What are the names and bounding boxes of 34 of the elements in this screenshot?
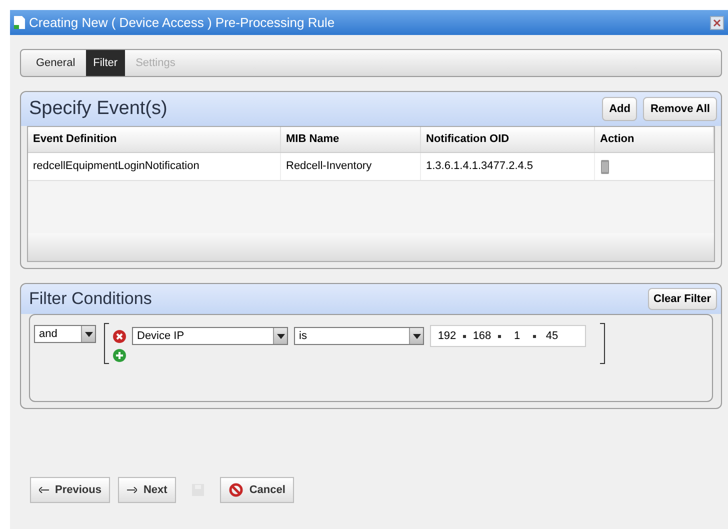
close-button[interactable]	[710, 16, 724, 30]
field-dropdown[interactable]: Device IP	[132, 327, 288, 345]
ip-address-field[interactable]: 192 168 1 45	[430, 325, 586, 347]
panel-button[interactable]: Add	[602, 97, 638, 121]
window-title: Creating New ( Device Access ) Pre-Processing Rule	[29, 14, 335, 32]
document-icon	[14, 16, 25, 29]
remove-icon[interactable]	[113, 330, 126, 342]
column-header: Action	[595, 127, 714, 152]
dot-separator-icon	[533, 334, 536, 338]
column-header: Event Definition	[28, 127, 281, 152]
tab[interactable]: Filter	[86, 50, 125, 76]
column-header: MIB Name	[281, 127, 421, 152]
panel-button[interactable]: Remove All	[643, 97, 717, 121]
table-cell: Redcell-Inventory	[281, 153, 421, 180]
operator-dropdown[interactable]: and	[34, 325, 96, 343]
cancel-icon	[229, 483, 244, 497]
clear-filter-button[interactable]: Clear Filter	[648, 288, 717, 310]
previous-button[interactable]: Previous	[30, 477, 110, 503]
trash-icon[interactable]	[601, 160, 609, 174]
next-button[interactable]: Next	[118, 477, 176, 503]
panel-title: Specify Event(s)	[29, 96, 168, 121]
tab[interactable]: General	[29, 50, 82, 76]
panel-title: Filter Conditions	[29, 288, 153, 310]
table-cell: 1.3.6.1.4.1.3477.2.4.5	[421, 153, 595, 180]
dot-separator-icon	[498, 334, 501, 338]
right-arrow-icon	[127, 487, 138, 493]
table-cell: redcellEquipmentLoginNotification	[28, 153, 281, 180]
comparison-dropdown[interactable]: is	[294, 327, 424, 345]
column-header: Notification OID	[421, 127, 595, 152]
cancel-button[interactable]: Cancel	[220, 477, 294, 503]
close-icon	[713, 18, 721, 26]
dot-separator-icon	[463, 334, 466, 338]
add-icon[interactable]	[113, 349, 126, 362]
left-arrow-icon	[39, 487, 49, 493]
